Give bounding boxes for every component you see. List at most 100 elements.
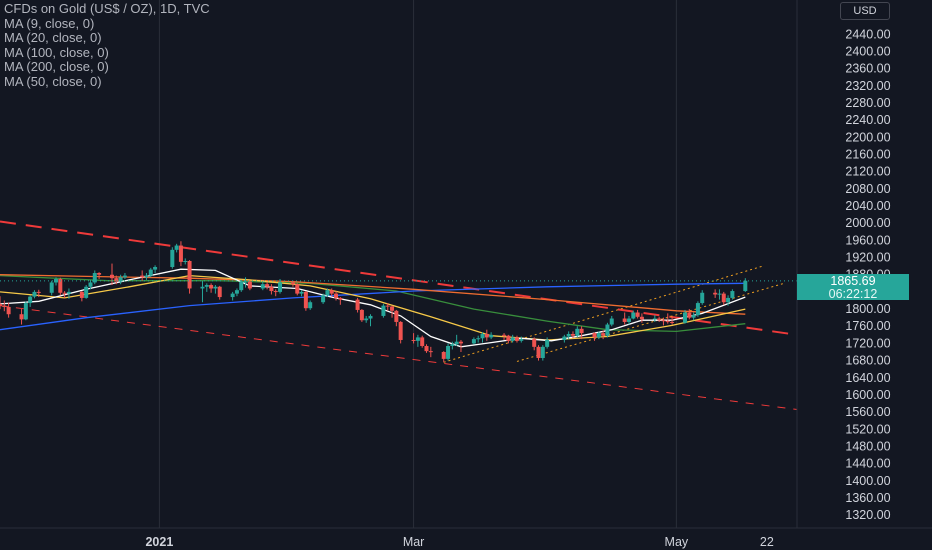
candle-body [334,293,339,298]
candle-body [570,333,575,336]
candle-body [510,337,515,341]
candle-body [32,291,37,297]
time-tick-label: 2021 [145,535,173,549]
candle-body [420,337,425,346]
candle-body [682,312,687,323]
candle-body [0,303,2,306]
price-tick-label: 1920.00 [845,251,890,265]
candle-body [454,341,459,345]
candle-body [631,312,636,319]
legend-ma-50[interactable]: MA (50, close, 0) [4,74,210,90]
candle-body [295,284,300,294]
chart-legend: CFDs on Gold (US$ / OZ), 1D, TVC MA (9, … [4,1,210,90]
candle-body [49,282,54,293]
bar-countdown: 06:22:12 [828,286,878,301]
candle-body [661,320,666,322]
candle-body [514,337,519,341]
candle-body [66,291,71,294]
candle-body [88,282,93,287]
candle-body [506,335,511,341]
candle-body [260,284,265,289]
candle-body [480,333,485,339]
candle-body [6,306,11,315]
time-tick-label: 22 [760,535,774,549]
price-tick-label: 1720.00 [845,336,890,350]
candle-body [575,328,580,336]
price-tick-label: 1440.00 [845,457,890,471]
candle-body [381,305,386,316]
candle-body [532,339,537,347]
candle-body [338,297,343,300]
candle-body [329,290,334,294]
price-tick-label: 1560.00 [845,405,890,419]
legend-title[interactable]: CFDs on Gold (US$ / OZ), 1D, TVC [4,1,210,17]
candle-body [665,321,670,323]
candle-body [321,295,326,303]
price-tick-label: 2000.00 [845,216,890,230]
candle-body [596,333,601,338]
candle-body [2,305,7,307]
candle-body [174,245,179,250]
candle-body [458,341,463,344]
price-tick-label: 2320.00 [845,79,890,93]
candle-body [545,339,550,347]
candle-body [204,285,209,287]
candle-body [28,296,33,304]
candle-body [398,321,403,340]
candle-body [153,267,158,270]
candle-body [605,324,610,336]
candle-body [536,346,541,359]
price-tick-label: 1800.00 [845,302,890,316]
candle-body [428,351,433,353]
price-tick-label: 2440.00 [845,27,890,41]
candle-body [385,305,390,307]
candle-body [247,281,252,289]
last-price-value: 1865.69 [830,273,876,288]
candle-body [743,280,748,292]
price-tick-label: 1400.00 [845,474,890,488]
candle-body [471,339,476,344]
legend-ma-20[interactable]: MA (20, close, 0) [4,30,210,46]
candle-body [217,286,222,298]
candle-body [566,333,571,337]
candle-body [713,292,718,295]
legend-ma-100[interactable]: MA (100, close, 0) [4,45,210,61]
price-tick-label: 2240.00 [845,113,890,127]
candle-body [657,318,662,321]
candle-body [450,344,455,346]
candle-body [390,306,395,311]
candle-body [635,312,640,317]
candle-body [691,315,696,318]
candle-body [278,282,283,292]
candle-body [209,285,214,289]
candle-body [269,286,274,292]
candle-body [239,281,244,291]
price-tick-label: 2120.00 [845,165,890,179]
candle-body [489,334,494,338]
price-tick-label: 2280.00 [845,96,890,110]
currency-button[interactable]: USD [840,2,890,20]
candle-body [187,260,192,289]
candle-body [234,290,239,294]
legend-ma-9[interactable]: MA (9, close, 0) [4,16,210,32]
candle-body [170,249,175,268]
candle-body [609,318,614,325]
price-tick-label: 1520.00 [845,422,890,436]
candle-body [730,291,735,298]
candle-body [36,291,41,293]
candle-body [122,275,127,278]
price-tick-label: 1760.00 [845,319,890,333]
candle-body [62,292,67,294]
candle-body [178,245,183,262]
last-price-tag: 1865.69 06:22:12 [797,273,909,301]
price-tick-label: 1480.00 [845,439,890,453]
candle-body [230,293,235,298]
legend-ma-200[interactable]: MA (200, close, 0) [4,59,210,75]
candle-body [243,281,248,283]
price-tick-label: 2040.00 [845,199,890,213]
price-tick-label: 2160.00 [845,148,890,162]
candle-body [415,337,420,341]
candle-body [308,302,313,309]
candle-body [325,290,330,296]
candle-body [687,312,692,318]
